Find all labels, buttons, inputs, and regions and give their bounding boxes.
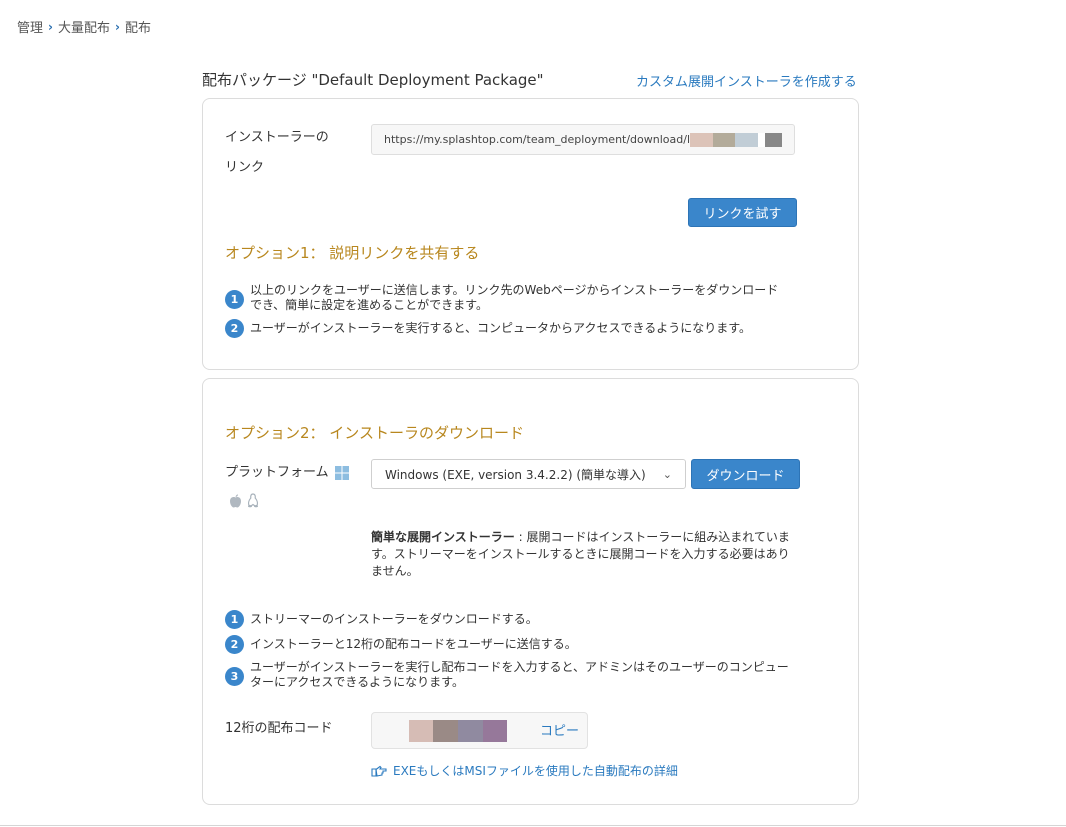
platform-label: プラットフォーム	[225, 465, 329, 480]
option2-title: オプション2： インストーラのダウンロード	[225, 424, 525, 442]
option2-step-1: 1 ストリーマーのインストーラーをダウンロードする。	[225, 610, 805, 629]
option2-step-3: 3 ユーザーがインストーラーを実行し配布コードを入力すると、アドミンはそのユーザ…	[225, 660, 790, 690]
auto-deploy-details-link[interactable]: EXEもしくはMSIファイルを使用した自動配布の詳細	[371, 762, 678, 779]
redacted-block	[433, 720, 458, 742]
platform-select[interactable]: Windows (EXE, version 3.4.2.2) (簡単な導入) ⌄	[371, 459, 686, 489]
option1-card: インストーラーの リンク https://my.splashtop.com/te…	[202, 98, 859, 370]
create-custom-installer-link[interactable]: カスタム展開インストーラを作成する	[636, 71, 857, 90]
step-number-badge: 2	[225, 319, 244, 338]
linux-icon[interactable]	[246, 493, 260, 508]
redacted-block	[735, 132, 758, 147]
breadcrumb: 管理 › 大量配布 › 配布	[17, 17, 151, 37]
copy-code-link[interactable]: コピー	[540, 720, 579, 739]
redacted-block	[765, 132, 783, 147]
breadcrumb-item-deploy: 配布	[124, 21, 151, 36]
redacted-block	[690, 132, 713, 147]
breadcrumb-item-mass-deploy[interactable]: 大量配布	[58, 17, 110, 36]
redacted-block	[409, 720, 433, 742]
option1-title: オプション1： 説明リンクを共有する	[225, 244, 480, 262]
easy-installer-description: 簡単な展開インストーラー : 展開コードはインストーラーに組み込まれています。ス…	[371, 529, 796, 580]
apple-icon[interactable]	[229, 493, 242, 508]
option1-step-1: 1 以上のリンクをユーザーに送信します。リンク先のWebページからインストーラー…	[225, 283, 785, 313]
step-number-badge: 1	[225, 290, 244, 309]
installer-link-url: https://my.splashtop.com/team_deployment…	[384, 133, 691, 146]
installer-link-label-line2: リンク	[225, 160, 265, 175]
platform-selected-value: Windows (EXE, version 3.4.2.2) (簡単な導入)	[385, 467, 646, 482]
deploy-code-label: 12桁の配布コード	[225, 721, 333, 736]
test-link-button[interactable]: リンクを試す	[688, 198, 797, 227]
step-text: ストリーマーのインストーラーをダウンロードする。	[250, 612, 538, 626]
chevron-right-icon: ›	[114, 19, 120, 34]
detail-link-text: EXEもしくはMSIファイルを使用した自動配布の詳細	[393, 764, 678, 778]
download-button[interactable]: ダウンロード	[691, 459, 800, 489]
step-text: インストーラーと12桁の配布コードをユーザーに送信する。	[250, 637, 577, 651]
redacted-block	[458, 720, 483, 742]
option1-step-2: 2 ユーザーがインストーラーを実行すると、コンピュータからアクセスできるようにな…	[225, 319, 825, 338]
option2-step-2: 2 インストーラーと12桁の配布コードをユーザーに送信する。	[225, 635, 805, 654]
step-text: ユーザーがインストーラーを実行すると、コンピュータからアクセスできるようになりま…	[250, 321, 752, 335]
step-number-badge: 2	[225, 635, 244, 654]
chevron-down-icon: ⌄	[662, 467, 672, 481]
platform-label-row: プラットフォーム	[225, 458, 349, 488]
step-text: ユーザーがインストーラーを実行し配布コードを入力すると、アドミンはそのユーザーの…	[250, 660, 789, 689]
installer-link-label-line1: インストーラーの	[225, 130, 329, 145]
step-text: 以上のリンクをユーザーに送信します。リンク先のWebページからインストーラーをダ…	[250, 283, 779, 312]
windows-icon[interactable]	[334, 466, 349, 480]
platform-icons	[229, 493, 260, 508]
hand-point-icon	[371, 765, 387, 777]
step-number-badge: 3	[225, 667, 244, 686]
chevron-right-icon: ›	[48, 19, 53, 34]
redacted-block	[712, 132, 736, 147]
desc-bold: 簡単な展開インストーラー	[371, 530, 515, 544]
option2-card: オプション2： インストーラのダウンロード プラットフォーム Windows (…	[202, 378, 859, 805]
step-number-badge: 1	[225, 610, 244, 629]
page-title: 配布パッケージ "Default Deployment Package"	[202, 71, 544, 89]
breadcrumb-item-admin[interactable]: 管理	[17, 17, 43, 36]
redacted-block	[757, 132, 766, 147]
footer-divider	[0, 825, 1066, 826]
installer-link-field[interactable]: https://my.splashtop.com/team_deployment…	[371, 124, 795, 155]
redacted-block	[483, 720, 507, 742]
